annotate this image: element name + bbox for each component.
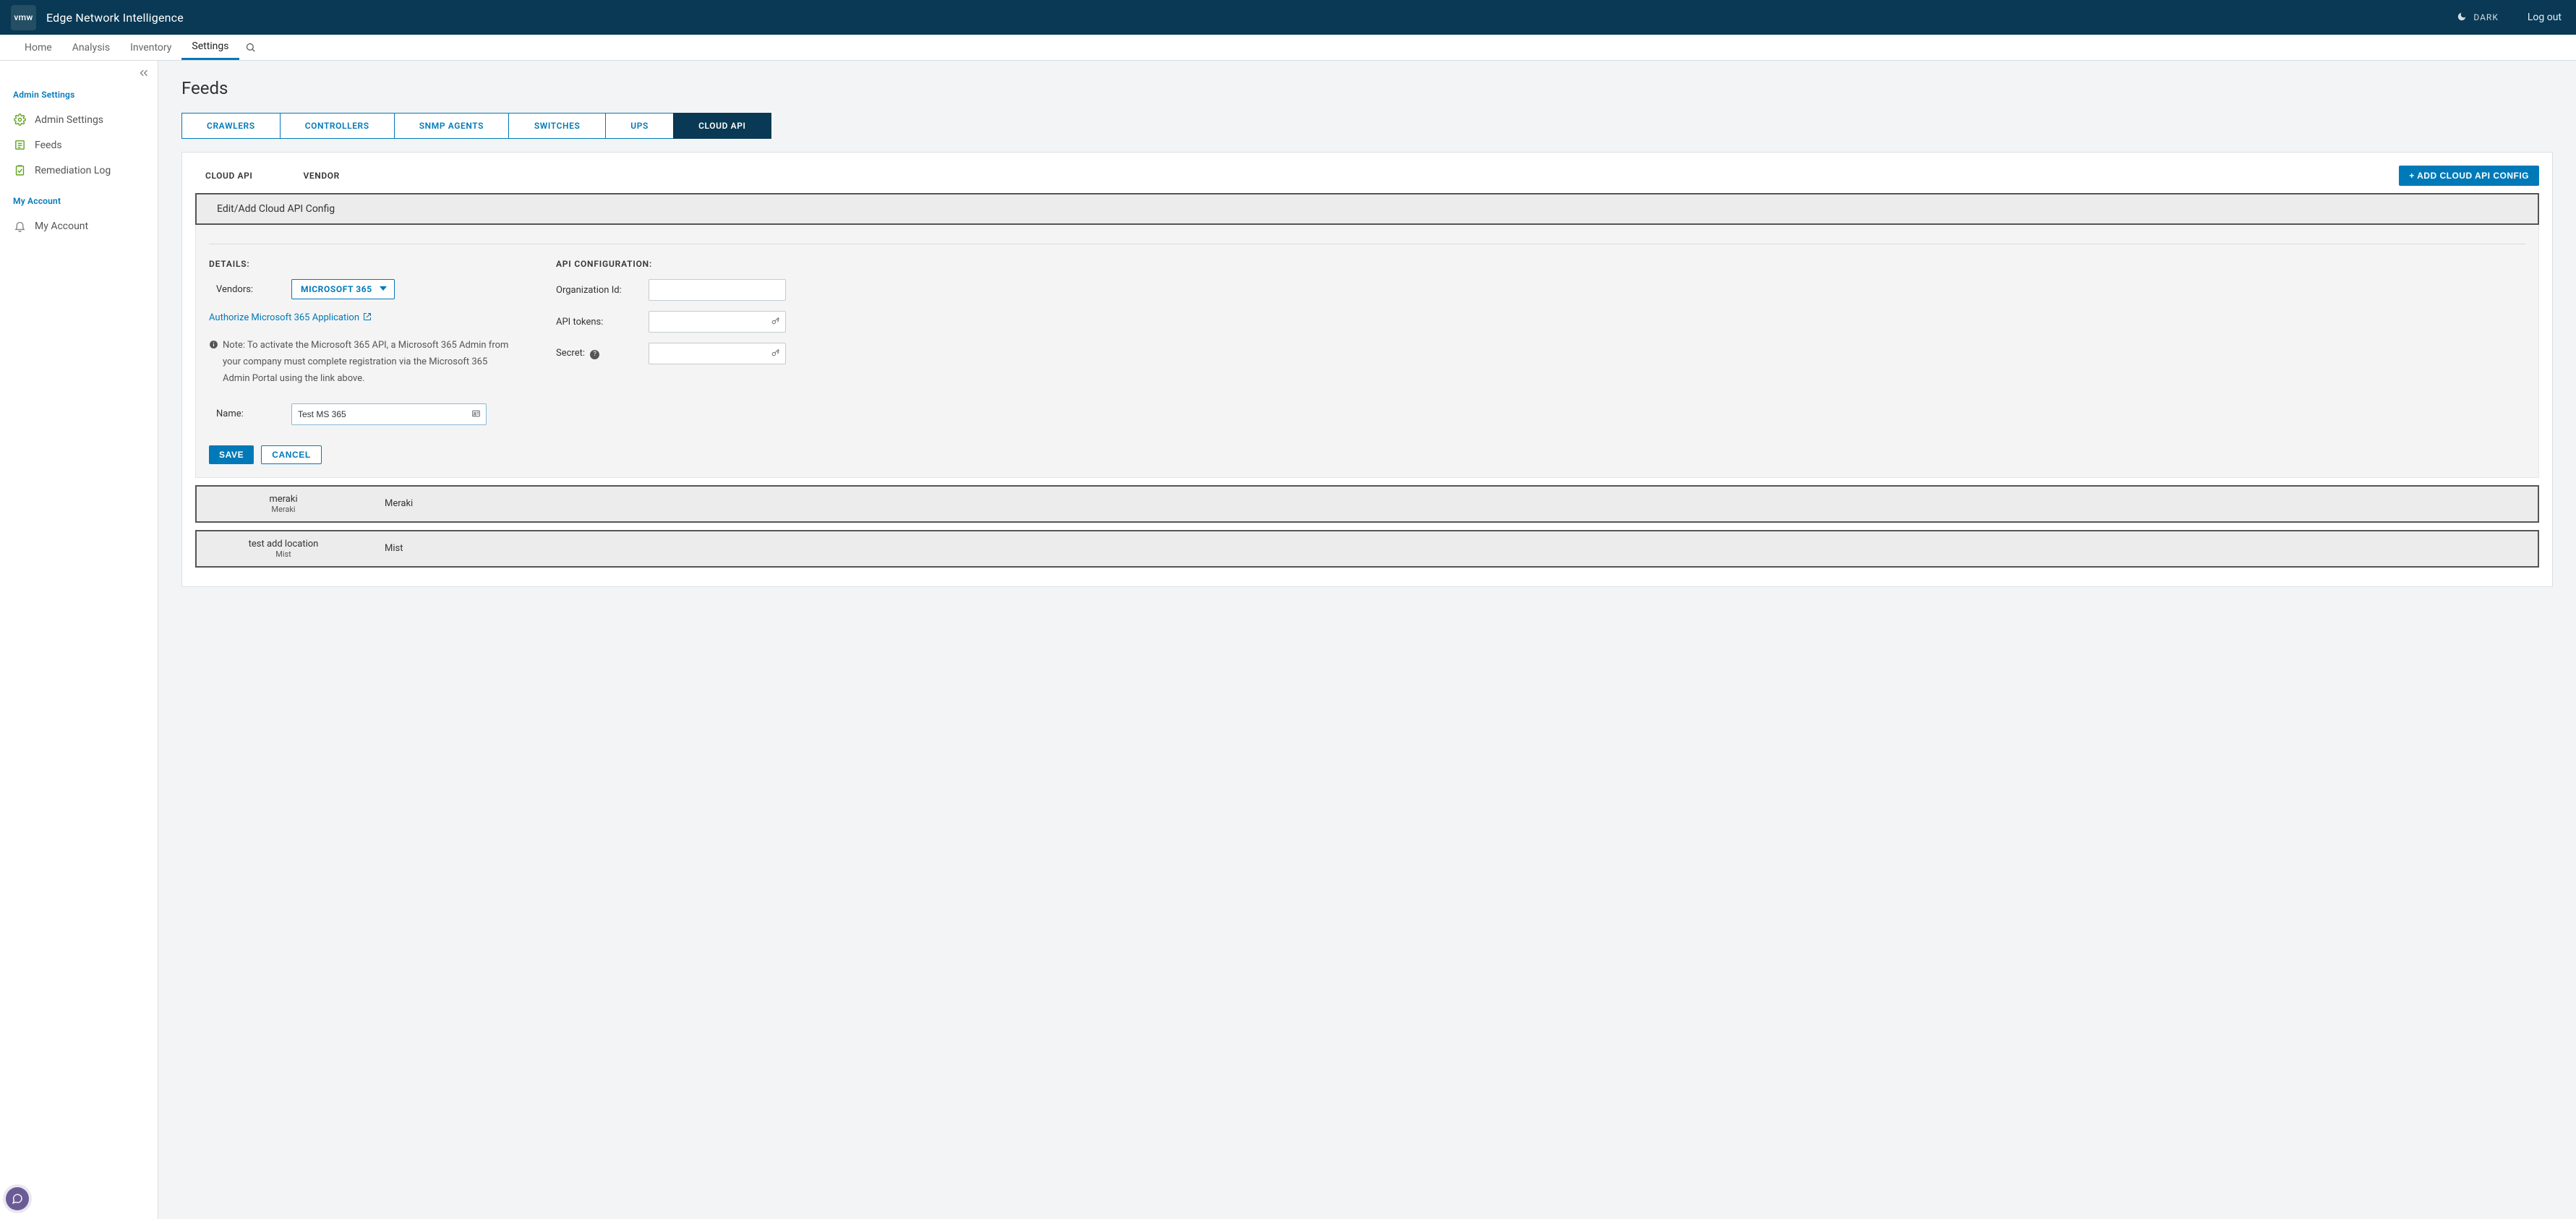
- details-section-title: DETAILS:: [209, 259, 513, 269]
- add-cloud-api-config-button[interactable]: + ADD CLOUD API CONFIG: [2399, 166, 2539, 186]
- col-header-vendor: VENDOR: [303, 171, 390, 181]
- vendor-select-value: MICROSOFT 365: [301, 284, 372, 294]
- collapse-sidebar-icon[interactable]: [137, 67, 150, 82]
- activation-note: Note: To activate the Microsoft 365 API,…: [209, 337, 513, 388]
- api-config-section-title: API CONFIGURATION:: [556, 259, 831, 269]
- external-link-icon: [363, 312, 372, 324]
- secret-input[interactable]: [649, 343, 786, 364]
- sidebar-item-label: Remediation Log: [35, 165, 111, 176]
- feed-tabs: CRAWLERS CONTROLLERS SNMP AGENTS SWITCHE…: [181, 113, 2553, 139]
- topnav-inventory[interactable]: Inventory: [120, 35, 181, 60]
- row-subtitle: Mist: [211, 549, 356, 559]
- gear-icon: [13, 114, 26, 126]
- sidebar-item-remediation-log[interactable]: Remediation Log: [0, 158, 158, 183]
- search-icon[interactable]: [239, 35, 262, 60]
- dark-mode-toggle[interactable]: DARK: [2457, 12, 2499, 24]
- vmw-logo: vmw: [11, 5, 36, 30]
- key-icon: [771, 347, 780, 361]
- bell-icon: [13, 220, 26, 232]
- tab-controllers[interactable]: CONTROLLERS: [280, 113, 395, 139]
- authorize-ms365-link[interactable]: Authorize Microsoft 365 Application: [209, 312, 372, 324]
- cancel-button[interactable]: CANCEL: [261, 445, 322, 464]
- tab-crawlers[interactable]: CRAWLERS: [181, 113, 281, 139]
- cloud-api-row-mist[interactable]: test add location Mist Mist: [195, 530, 2539, 568]
- organization-id-label: Organization Id:: [556, 285, 636, 296]
- tab-snmp-agents[interactable]: SNMP AGENTS: [394, 113, 509, 139]
- help-fab-icon[interactable]: [6, 1187, 29, 1210]
- note-text: Note: To activate the Microsoft 365 API,…: [223, 337, 513, 388]
- tab-ups[interactable]: UPS: [605, 113, 674, 139]
- clipboard-check-icon: [13, 164, 26, 176]
- moon-icon: [2457, 12, 2467, 24]
- key-icon: [771, 315, 780, 329]
- name-input[interactable]: [291, 403, 487, 425]
- save-button[interactable]: SAVE: [209, 445, 254, 464]
- app-title: Edge Network Intelligence: [46, 11, 184, 25]
- edit-add-config-header[interactable]: Edit/Add Cloud API Config: [195, 193, 2539, 225]
- sidebar-section-account: My Account: [0, 183, 158, 213]
- dark-mode-label: DARK: [2473, 12, 2499, 22]
- topnav-analysis[interactable]: Analysis: [62, 35, 120, 60]
- topnav-settings[interactable]: Settings: [181, 35, 239, 60]
- info-icon: [209, 337, 218, 388]
- page-title: Feeds: [181, 78, 2553, 98]
- col-header-cloud-api: CLOUD API: [195, 171, 303, 181]
- sidebar-item-feeds[interactable]: Feeds: [0, 132, 158, 158]
- api-tokens-label: API tokens:: [556, 317, 636, 328]
- sidebar-item-admin-settings[interactable]: Admin Settings: [0, 107, 158, 132]
- authorize-link-text: Authorize Microsoft 365 Application: [209, 312, 359, 323]
- sidebar-item-label: Admin Settings: [35, 114, 103, 126]
- secret-label: Secret: ?: [556, 348, 636, 359]
- sidebar-item-my-account[interactable]: My Account: [0, 213, 158, 239]
- sidebar-section-admin: Admin Settings: [0, 67, 158, 107]
- app-header: vmw Edge Network Intelligence DARK Log o…: [0, 0, 2576, 35]
- vendor-select[interactable]: MICROSOFT 365: [291, 279, 395, 299]
- sidebar: Admin Settings Admin Settings Feeds Reme…: [0, 61, 158, 1219]
- api-tokens-input[interactable]: [649, 311, 786, 333]
- sidebar-item-label: My Account: [35, 221, 88, 232]
- top-nav: Home Analysis Inventory Settings: [0, 35, 2576, 61]
- contact-card-icon: [471, 407, 481, 421]
- cloud-api-row-meraki[interactable]: meraki Meraki Meraki: [195, 485, 2539, 523]
- tab-switches[interactable]: SWITCHES: [508, 113, 606, 139]
- name-label: Name:: [209, 409, 278, 419]
- row-title: meraki: [211, 494, 356, 505]
- organization-id-input[interactable]: [649, 279, 786, 301]
- config-form: DETAILS: Vendors: MICROSOFT 365 Authoriz…: [195, 225, 2539, 478]
- caret-down-icon: [380, 284, 387, 294]
- main-content: Feeds CRAWLERS CONTROLLERS SNMP AGENTS S…: [158, 61, 2576, 1219]
- list-icon: [13, 139, 26, 151]
- row-vendor: Meraki: [385, 498, 413, 509]
- vendors-label: Vendors:: [209, 284, 278, 295]
- sidebar-item-label: Feeds: [35, 140, 62, 151]
- topnav-home[interactable]: Home: [14, 35, 62, 60]
- row-vendor: Mist: [385, 543, 403, 554]
- cloud-api-panel: CLOUD API VENDOR + ADD CLOUD API CONFIG …: [181, 152, 2553, 587]
- help-icon[interactable]: ?: [590, 350, 599, 359]
- row-title: test add location: [211, 539, 356, 549]
- row-subtitle: Meraki: [211, 505, 356, 514]
- tab-cloud-api[interactable]: CLOUD API: [673, 113, 771, 139]
- logout-link[interactable]: Log out: [2528, 12, 2562, 23]
